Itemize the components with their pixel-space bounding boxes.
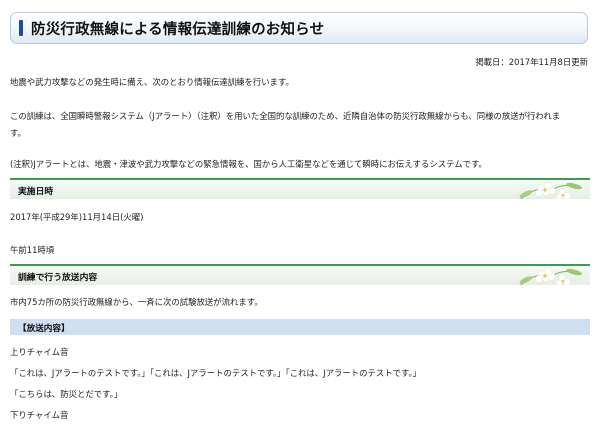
broadcast-message-line-1: 「これは、Jアラートのテストです。」「これは、Jアラートのテストです。」「これは… — [10, 368, 422, 378]
posted-date: 掲載日：2017年11月8日更新 — [475, 57, 588, 67]
broadcast-subheading-label: 【放送内容】 — [18, 324, 70, 334]
page-title: 防災行政無線による情報伝達訓練のお知らせ — [10, 12, 588, 44]
section-heading-schedule: 実施日時 — [10, 178, 590, 199]
section-heading-broadcast: 訓練で行う放送内容 — [10, 264, 590, 285]
section-heading-label: 訓練で行う放送内容 — [18, 273, 98, 283]
description-line-2: す。 — [10, 128, 26, 138]
intro-text: 地震や武力攻撃などの発生時に備え、次のとおり情報伝達訓練を行います。 — [10, 77, 294, 87]
title-accent-bar — [19, 20, 23, 36]
flower-decoration-icon — [512, 178, 590, 199]
chime-end: 下りチャイム音 — [10, 410, 69, 420]
broadcast-subheading: 【放送内容】 — [10, 319, 590, 335]
description-line-1: この訓練は、全国瞬時警報システム（Jアラート）（注釈）を用いた全国的な訓練のため… — [10, 111, 561, 121]
schedule-time: 午前11時頃 — [10, 245, 55, 255]
note-text: (注釈)Jアラートとは、地震・津波や武力攻撃などの緊急情報を、国から人工衛星など… — [10, 159, 487, 169]
flower-decoration-icon — [512, 264, 590, 285]
broadcast-message-line-2: 「こちらは、防災とだです。」 — [10, 389, 123, 399]
chime-start: 上りチャイム音 — [10, 347, 69, 357]
section-heading-label: 実施日時 — [18, 187, 54, 197]
broadcast-intro: 市内75カ所の防災行政無線から、一斉に次の試験放送が流れます。 — [10, 297, 263, 307]
page-title-text: 防災行政無線による情報伝達訓練のお知らせ — [31, 21, 325, 38]
schedule-date: 2017年(平成29年)11月14日(火曜) — [10, 212, 144, 222]
